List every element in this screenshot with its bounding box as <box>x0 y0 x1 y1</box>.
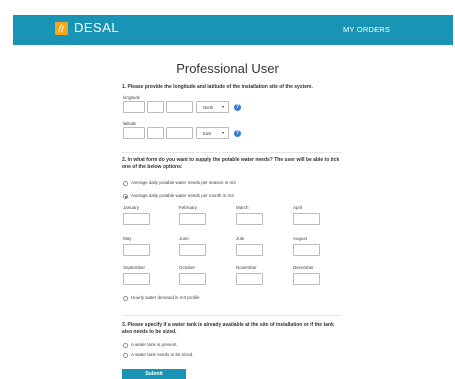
section-divider <box>122 152 342 153</box>
latitude-direction-value: East <box>203 131 212 136</box>
option-hourly-label: Hourly water demand in m3 profile <box>131 295 200 300</box>
question-1-text: 1. Please provide the longitude and lati… <box>122 84 313 90</box>
month-label-november: November <box>236 265 257 270</box>
month-label-september: September <box>123 265 146 270</box>
month-label-april: April <box>293 205 303 210</box>
month-input-march[interactable] <box>236 213 263 225</box>
month-label-may: May <box>123 236 132 241</box>
month-input-october[interactable] <box>179 273 206 285</box>
tank-present-radio[interactable] <box>123 343 128 348</box>
month-input-november[interactable] <box>236 273 263 285</box>
longitude-direction-select[interactable]: North ▾ <box>196 101 229 113</box>
month-input-april[interactable] <box>293 213 320 225</box>
month-label-august: August <box>293 236 308 241</box>
help-icon[interactable]: ? <box>234 130 241 137</box>
page-title: Professional User <box>176 61 279 76</box>
option-per-month-label: Average daily potable water needs per mo… <box>131 193 234 198</box>
tank-present-label: A water tank is present. <box>131 342 178 347</box>
desal-logo-icon[interactable] <box>55 22 68 35</box>
my-orders-link[interactable]: MY ORDERS <box>343 25 390 34</box>
month-input-august[interactable] <box>293 244 320 256</box>
longitude-seconds-input[interactable] <box>166 101 193 113</box>
month-input-january[interactable] <box>123 213 150 225</box>
tank-sized-label: A water tank needs to be sized. <box>131 352 194 357</box>
month-label-january: January <box>123 205 140 210</box>
brand-name[interactable]: DESAL <box>74 20 119 35</box>
latitude-seconds-input[interactable] <box>166 127 193 139</box>
longitude-label: longitude <box>123 95 140 100</box>
tank-sized-radio[interactable] <box>123 353 128 358</box>
month-input-may[interactable] <box>123 244 150 256</box>
help-icon[interactable]: ? <box>234 104 241 111</box>
month-label-march: March <box>236 205 249 210</box>
longitude-direction-value: North <box>203 105 214 110</box>
month-input-february[interactable] <box>179 213 206 225</box>
option-per-month-radio[interactable] <box>123 194 128 199</box>
option-per-season-radio[interactable] <box>123 181 128 186</box>
month-input-december[interactable] <box>293 273 320 285</box>
chevron-down-icon: ▾ <box>221 104 224 109</box>
month-label-june: June <box>179 236 189 241</box>
section-divider <box>122 315 342 316</box>
latitude-direction-select[interactable]: East ▾ <box>196 127 229 139</box>
submit-button[interactable]: Submit <box>122 369 186 379</box>
month-input-june[interactable] <box>179 244 206 256</box>
longitude-minutes-input[interactable] <box>147 101 164 113</box>
latitude-label: latitude <box>123 121 137 126</box>
top-navbar: DESAL MY ORDERS <box>13 15 453 45</box>
month-input-jule[interactable] <box>236 244 263 256</box>
option-per-season-label: Average daily potable water needs per se… <box>131 180 236 185</box>
latitude-minutes-input[interactable] <box>147 127 164 139</box>
latitude-degrees-input[interactable] <box>123 127 145 139</box>
month-label-october: October <box>179 265 196 270</box>
question-2-text: 2. In what form do you want to supply th… <box>122 157 340 170</box>
month-label-february: February <box>179 205 198 210</box>
month-input-september[interactable] <box>123 273 150 285</box>
chevron-down-icon: ▾ <box>221 130 224 135</box>
longitude-degrees-input[interactable] <box>123 101 145 113</box>
option-hourly-radio[interactable] <box>123 296 128 301</box>
month-label-december: December <box>293 265 314 270</box>
month-label-jule: Jule <box>236 236 245 241</box>
question-3-text: 3. Please specify if a water tank is alr… <box>122 322 334 335</box>
